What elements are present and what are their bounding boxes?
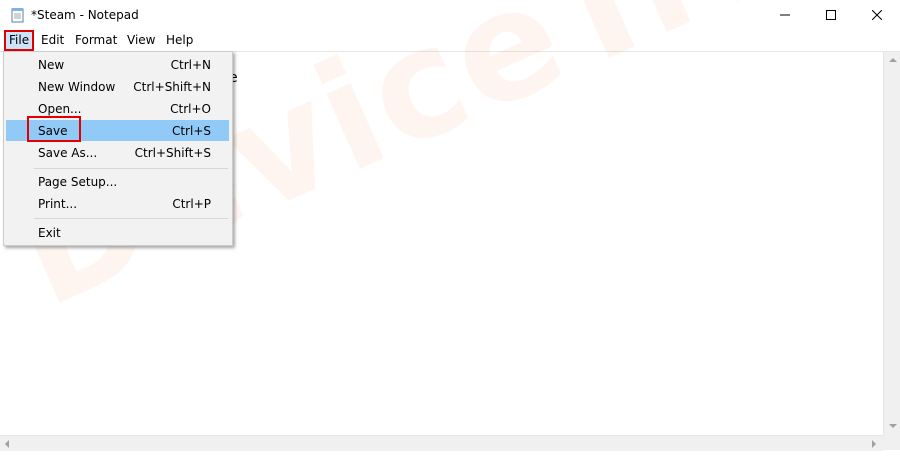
scrollbar-corner xyxy=(883,435,900,450)
menu-file[interactable]: File xyxy=(4,30,35,51)
menu-item-new[interactable]: New Ctrl+N xyxy=(6,54,229,75)
minimize-icon xyxy=(780,14,790,16)
menu-format[interactable]: Format xyxy=(72,32,120,49)
save-highlight-box xyxy=(27,116,81,142)
minimize-button[interactable] xyxy=(762,0,808,30)
notepad-icon xyxy=(10,7,26,23)
menu-item-shortcut: Ctrl+P xyxy=(172,197,211,211)
menu-separator xyxy=(34,218,228,219)
menu-view[interactable]: View xyxy=(124,32,158,49)
close-button[interactable] xyxy=(854,0,900,30)
menu-item-shortcut: Ctrl+S xyxy=(171,124,211,138)
maximize-button[interactable] xyxy=(808,0,854,30)
menu-item-label: New xyxy=(38,58,65,72)
horizontal-scrollbar[interactable] xyxy=(0,435,883,451)
menu-item-shortcut: Ctrl+Shift+N xyxy=(133,80,211,94)
close-icon xyxy=(872,10,882,20)
menu-item-new-window[interactable]: New Window Ctrl+Shift+N xyxy=(6,76,229,97)
menu-edit[interactable]: Edit xyxy=(38,32,67,49)
menu-item-label: Save As... xyxy=(38,146,98,160)
menu-item-exit[interactable]: Exit xyxy=(6,222,229,243)
scroll-up-icon[interactable] xyxy=(889,58,897,62)
menu-item-label: Print... xyxy=(38,197,78,211)
menu-item-shortcut: Ctrl+N xyxy=(170,58,211,72)
scroll-right-icon[interactable] xyxy=(872,440,876,448)
menu-item-shortcut: Ctrl+O xyxy=(170,102,211,116)
menu-help[interactable]: Help xyxy=(163,32,196,49)
vertical-scrollbar[interactable] xyxy=(883,52,900,435)
menu-item-page-setup[interactable]: Page Setup... xyxy=(6,171,229,192)
window-title: *Steam - Notepad xyxy=(31,8,139,22)
scroll-left-icon[interactable] xyxy=(5,440,9,448)
menu-bar: File Edit Format View Help xyxy=(0,30,900,52)
menu-separator xyxy=(34,168,228,169)
file-menu-dropdown: New Ctrl+N New Window Ctrl+Shift+N Open.… xyxy=(3,51,233,246)
menu-item-save-as[interactable]: Save As... Ctrl+Shift+S xyxy=(6,142,229,163)
scroll-down-icon[interactable] xyxy=(889,424,897,428)
menu-item-label: New Window xyxy=(38,80,116,94)
menu-item-print[interactable]: Print... Ctrl+P xyxy=(6,193,229,214)
menu-item-label: Exit xyxy=(38,226,61,240)
maximize-icon xyxy=(826,10,836,20)
menu-item-shortcut: Ctrl+Shift+S xyxy=(134,146,211,160)
menu-item-label: Page Setup... xyxy=(38,175,118,189)
title-bar: *Steam - Notepad xyxy=(0,0,900,31)
menu-item-label: Open... xyxy=(38,102,82,116)
